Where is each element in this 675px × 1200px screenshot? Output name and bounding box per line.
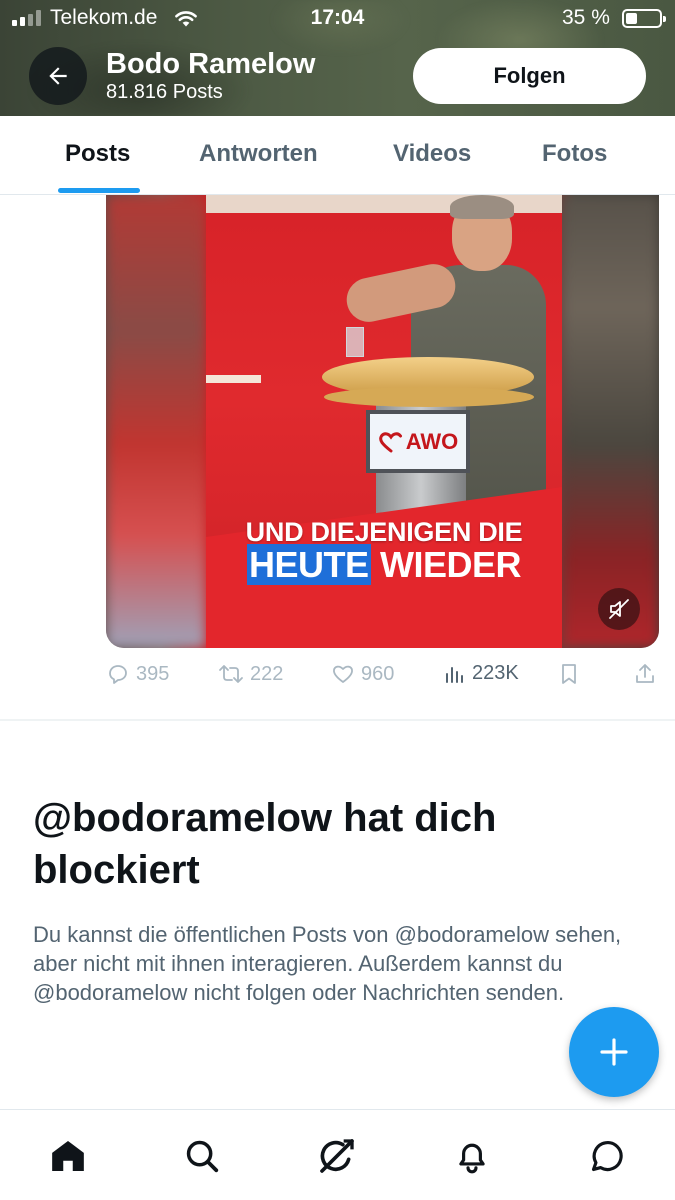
profile-header: Telekom.de 17:04 35 % Bodo Ramelow 81.81… (0, 0, 675, 116)
nav-home[interactable] (48, 1136, 88, 1176)
tab-videos[interactable]: Videos (393, 140, 471, 168)
tab-posts[interactable]: Posts (65, 140, 130, 168)
share-icon (636, 664, 654, 683)
plus-icon (600, 1038, 628, 1066)
post-video[interactable]: AWO UND DIEJENIGEN DIE HEUTE WIEDER (106, 195, 659, 648)
video-frame: AWO UND DIEJENIGEN DIE HEUTE WIEDER (206, 195, 562, 648)
share-button[interactable] (634, 662, 656, 686)
awo-sign: AWO (366, 410, 470, 473)
caption-rest: WIEDER (370, 544, 522, 585)
tab-replies[interactable]: Antworten (199, 140, 318, 168)
nav-notifications[interactable] (452, 1136, 492, 1176)
like-button[interactable]: 960 (331, 662, 394, 686)
home-icon (52, 1140, 84, 1172)
caption-highlight: HEUTE (246, 544, 371, 585)
bookmark-icon (562, 664, 576, 684)
follow-button[interactable]: Folgen (413, 48, 646, 104)
battery-percent: 35 % (562, 6, 610, 29)
video-blur-left (106, 195, 206, 648)
active-tab-indicator (58, 188, 140, 193)
views-button[interactable]: 223K (444, 662, 519, 685)
heart-icon (333, 665, 353, 683)
nav-search[interactable] (182, 1136, 222, 1176)
search-icon (186, 1140, 219, 1173)
bookmark-button[interactable] (558, 662, 580, 686)
grok-icon (320, 1139, 354, 1173)
compose-button[interactable] (569, 1007, 659, 1097)
bottom-navigation (0, 1109, 675, 1200)
view-count: 223K (472, 662, 519, 684)
profile-name: Bodo Ramelow (106, 48, 316, 80)
bell-icon (459, 1143, 485, 1174)
reply-icon (109, 665, 127, 684)
divider (0, 719, 675, 721)
reply-button[interactable]: 395 (106, 662, 169, 686)
lectern-ring (324, 387, 534, 407)
profile-tabs: Posts Antworten Videos Fotos (0, 116, 675, 195)
nav-messages[interactable] (587, 1136, 627, 1176)
status-bar: Telekom.de 17:04 35 % (0, 0, 675, 38)
like-count: 960 (361, 662, 395, 685)
repost-button[interactable]: 222 (218, 662, 283, 686)
video-caption-line-2: HEUTE WIEDER (206, 544, 562, 586)
video-blur-right (562, 195, 659, 648)
analytics-icon (446, 666, 463, 683)
shelf (206, 375, 261, 383)
battery-fill (626, 13, 637, 24)
reply-count: 395 (136, 662, 170, 685)
blocked-description: Du kannst die öffentlichen Posts von @bo… (33, 922, 622, 1005)
back-button[interactable] (29, 47, 87, 105)
speaker-hair (450, 195, 514, 219)
tab-photos[interactable]: Fotos (542, 140, 607, 168)
arrow-left-icon (49, 67, 67, 85)
repost-count: 222 (250, 662, 284, 685)
message-icon (591, 1141, 623, 1172)
water-glass (346, 327, 364, 357)
post-actions: 395 222 960 223K (106, 662, 659, 696)
post-count: 81.816 Posts (106, 81, 223, 103)
mute-button[interactable] (598, 588, 640, 630)
awo-sign-text: AWO (405, 428, 459, 454)
nav-grok[interactable] (317, 1136, 357, 1176)
muted-speaker-icon (609, 599, 629, 619)
repost-icon (219, 665, 243, 683)
heart-logo-icon (378, 431, 402, 452)
battery-icon (622, 9, 666, 28)
blocked-title: @bodoramelow hat dich blockiert (33, 796, 497, 892)
